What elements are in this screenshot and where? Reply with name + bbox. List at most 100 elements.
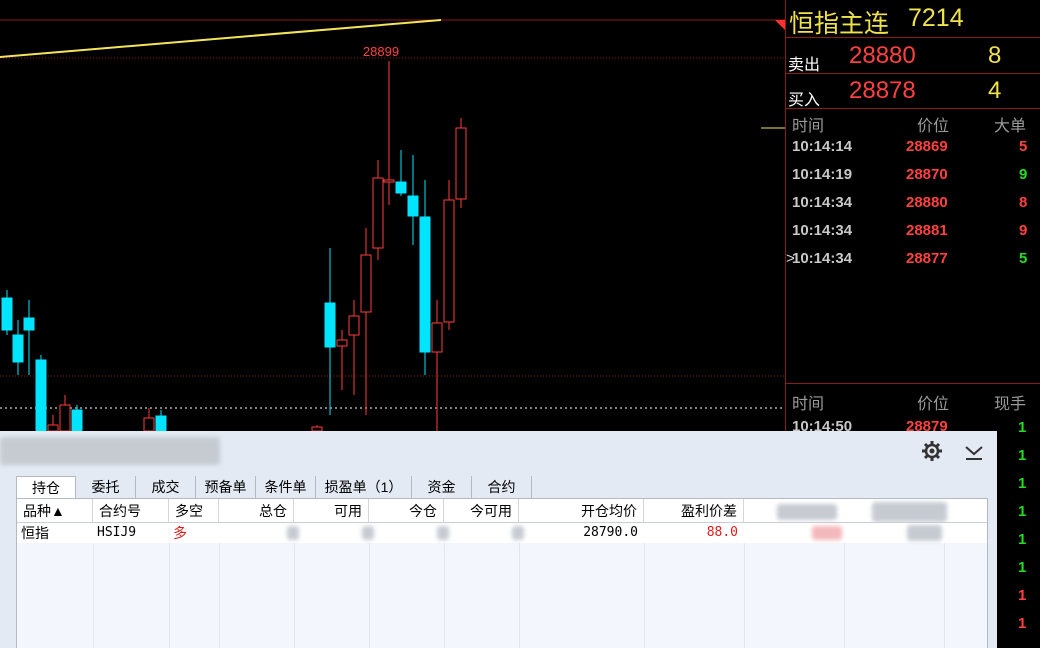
tick-qty: 9	[1019, 166, 1028, 183]
ticks-header: 时间 价位 大单	[786, 109, 1040, 135]
candle-body	[71, 409, 83, 432]
redacted-cell	[812, 526, 842, 540]
positions-table: 品种▲ 合约号 多空 总仓 可用 今仓 今可用 开仓均价 盈利价差 恒指 HSI…	[16, 499, 988, 648]
tick2-qty: 1	[1018, 559, 1027, 576]
tick2-qty: 1	[1018, 587, 1027, 604]
redacted-account	[0, 437, 220, 465]
redacted-column	[777, 504, 837, 520]
candle-body	[324, 302, 336, 348]
tick-row: 10:14:14 28869 5	[786, 133, 1040, 161]
candle-body	[443, 199, 455, 323]
col-today[interactable]: 今仓	[369, 499, 444, 523]
tick-time: 10:14:14	[792, 138, 853, 155]
candle-body	[336, 339, 348, 347]
tick-time: 10:14:34	[792, 194, 853, 211]
bid-row[interactable]: 买入 28878 4	[786, 73, 1040, 109]
candle-body	[348, 315, 360, 336]
cell-open-avg: 28790.0	[583, 525, 638, 540]
tick2-qty: 1	[1018, 531, 1027, 548]
tick2-qty: 1	[1018, 419, 1027, 436]
candle-body	[395, 181, 407, 194]
ask-price: 28880	[849, 42, 916, 69]
candle-body	[35, 359, 47, 432]
corner-marker	[775, 20, 785, 30]
instrument-name: 恒指主连	[789, 10, 890, 38]
tick-price: 28869	[906, 138, 948, 155]
redacted-cell	[362, 526, 374, 540]
tick-qty: 5	[1019, 250, 1028, 267]
candle-body	[372, 177, 384, 249]
high-price-label: 28899	[363, 44, 399, 59]
cell-profit-diff: 88.0	[706, 525, 738, 540]
trade-dialog[interactable]: 持仓 委托 成交 预备单 条件单 损盈单（1） 资金 合约 品种▲ 合约号 多空…	[0, 431, 997, 648]
candle-body	[155, 415, 167, 432]
candle-body	[455, 127, 467, 200]
tick-row: 10:14:34 28881 9	[786, 217, 1040, 245]
tab-stop-profit-orders[interactable]: 损盈单（1）	[316, 476, 412, 498]
dialog-titlebar[interactable]	[0, 431, 997, 469]
tick-price: 28880	[906, 194, 948, 211]
tick-qty: 5	[1019, 138, 1028, 155]
candle-body	[1, 297, 13, 331]
tick-row-current: > 10:14:34 28877 5	[786, 245, 1040, 273]
bid-qty: 4	[988, 77, 1002, 104]
tick-qty: 8	[1019, 194, 1028, 211]
ask-row[interactable]: 卖出 28880 8	[786, 38, 1040, 74]
ask-label: 卖出	[788, 57, 821, 74]
col-available[interactable]: 可用	[294, 499, 369, 523]
instrument-volume: 7214	[908, 4, 964, 32]
tab-prepared-orders[interactable]: 预备单	[196, 476, 256, 498]
redacted-cell	[437, 526, 449, 540]
tick-time: 10:14:19	[792, 166, 853, 183]
cell-side: 多	[173, 525, 187, 541]
col-open-avg[interactable]: 开仓均价	[519, 499, 644, 523]
candle-body	[12, 334, 24, 363]
tab-fills[interactable]: 成交	[136, 476, 196, 498]
ticks2-header-qty: 现手	[994, 396, 1027, 413]
tab-positions[interactable]: 持仓	[16, 476, 76, 499]
tick-price: 28877	[906, 250, 948, 267]
table-row[interactable]: 恒指 HSIJ9 多 28790.0 88.0	[17, 523, 987, 543]
redacted-column	[872, 502, 947, 522]
tick2-qty: 1	[1018, 475, 1027, 492]
col-product[interactable]: 品种▲	[17, 499, 93, 523]
tick-time: 10:14:34	[792, 250, 853, 267]
tick-row: 10:14:34 28880 8	[786, 189, 1040, 217]
candle-body	[419, 216, 431, 353]
tick-time: 10:14:34	[792, 222, 853, 239]
ask-qty: 8	[988, 42, 1002, 69]
instrument-header: 恒指主连 7214	[786, 0, 1040, 38]
tick2-qty: 1	[1018, 447, 1027, 464]
candle-body	[431, 322, 443, 353]
tab-funds[interactable]: 资金	[412, 476, 472, 498]
ticks2-header-price: 价位	[917, 396, 950, 413]
candle-body	[360, 254, 372, 313]
tick-price: 28870	[906, 166, 948, 183]
redacted-cell	[907, 525, 942, 541]
col-today-available[interactable]: 今可用	[444, 499, 519, 523]
ticks2-header: 时间 价位 现手	[786, 387, 1040, 413]
tick2-qty: 1	[1018, 615, 1027, 632]
table-header: 品种▲ 合约号 多空 总仓 可用 今仓 今可用 开仓均价 盈利价差	[17, 499, 987, 523]
tab-orders[interactable]: 委托	[76, 476, 136, 498]
tick2-qty: 1	[1018, 503, 1027, 520]
gear-icon[interactable]	[920, 439, 944, 463]
tab-conditional-orders[interactable]: 条件单	[256, 476, 316, 498]
candle-body	[383, 179, 395, 183]
ticks2-header-time: 时间	[792, 396, 825, 413]
cell-product: 恒指	[21, 525, 49, 541]
tick-price: 28881	[906, 222, 948, 239]
redacted-cell	[287, 526, 299, 540]
divider	[786, 383, 1040, 384]
col-side[interactable]: 多空	[169, 499, 219, 523]
tab-contracts[interactable]: 合约	[472, 476, 532, 498]
tick-row: 10:14:19 28870 9	[786, 161, 1040, 189]
candle-body	[143, 417, 155, 432]
bid-label: 买入	[788, 92, 821, 109]
col-contract[interactable]: 合约号	[93, 499, 169, 523]
col-total[interactable]: 总仓	[219, 499, 294, 523]
col-profit-diff[interactable]: 盈利价差	[644, 499, 744, 523]
candle-body	[59, 404, 71, 432]
tick-qty: 9	[1019, 222, 1028, 239]
collapse-chevron-icon[interactable]	[962, 439, 986, 463]
